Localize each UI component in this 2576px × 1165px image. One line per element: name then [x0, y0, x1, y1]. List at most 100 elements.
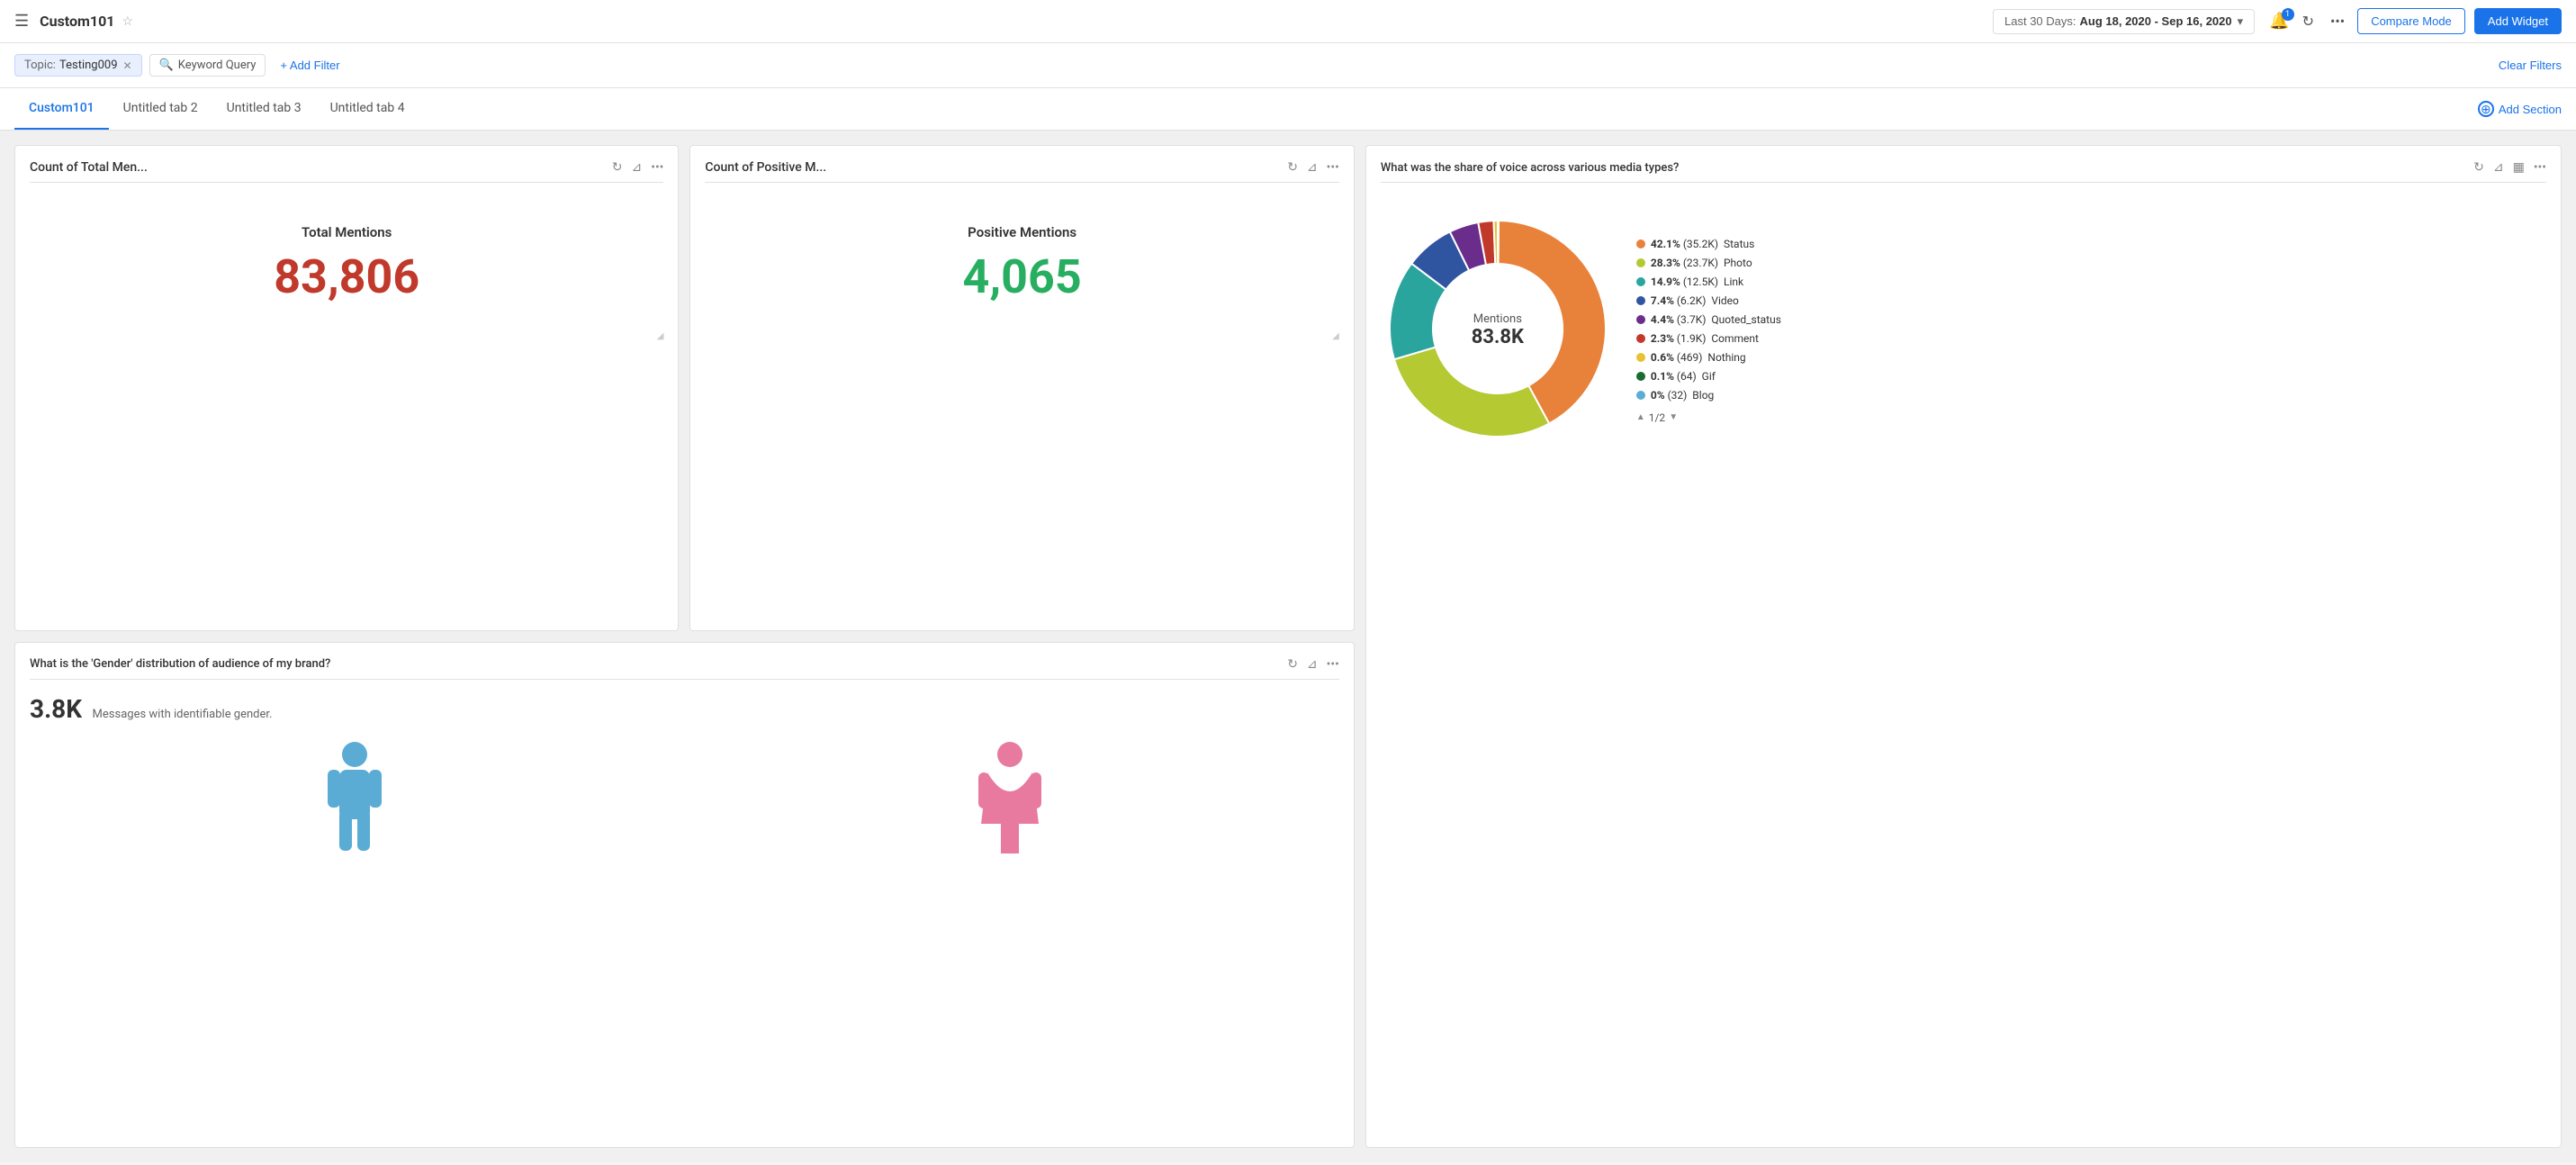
total-mentions-actions: ↻ ⊿ ••• [612, 160, 664, 175]
more-widget-icon[interactable]: ••• [1327, 160, 1339, 175]
filter-widget-icon[interactable]: ⊿ [632, 160, 643, 175]
legend-item: 4.4% (3.7K) Quoted_status [1636, 313, 1781, 326]
donut-content: Mentions 83.8K 42.1% (35.2K) Status 28.3… [1381, 197, 2546, 464]
date-range-label: Last 30 Days: [2004, 14, 2076, 28]
chart-type-icon[interactable]: ▦ [2513, 160, 2525, 175]
legend-item: 42.1% (35.2K) Status [1636, 238, 1781, 250]
add-filter-button[interactable]: + Add Filter [273, 55, 347, 76]
total-mentions-widget: Count of Total Men... ↻ ⊿ ••• Total Ment… [14, 145, 679, 631]
legend-dot [1636, 372, 1645, 381]
tab-untitled-4[interactable]: Untitled tab 4 [316, 88, 419, 130]
chevron-down-icon: ▾ [2238, 14, 2244, 29]
total-mentions-value: 83,806 [274, 249, 419, 304]
legend-item: 0.6% (469) Nothing [1636, 351, 1781, 364]
positive-mentions-content: Positive Mentions 4,065 [705, 197, 1338, 331]
legend-dot [1636, 391, 1645, 400]
resize-handle-icon[interactable]: ◢ [657, 331, 664, 341]
refresh-icon[interactable]: ↻ [2299, 9, 2318, 33]
legend-item: 28.3% (23.7K) Photo [1636, 257, 1781, 269]
top-actions: 🔔 1 ↻ ••• Compare Mode Add Widget [2269, 8, 2562, 34]
page-title: Custom101 [40, 13, 114, 30]
legend-dot [1636, 353, 1645, 362]
donut-center: Mentions 83.8K [1472, 312, 1524, 348]
gender-widget: What is the 'Gender' distribution of aud… [14, 642, 1355, 1149]
filter-widget-icon[interactable]: ⊿ [1307, 657, 1318, 672]
legend-next-icon[interactable]: ▼ [1669, 412, 1678, 422]
topic-filter-close-icon[interactable]: ✕ [123, 59, 132, 72]
share-of-voice-widget: What was the share of voice across vario… [1365, 145, 2562, 1148]
legend-item: 2.3% (1.9K) Comment [1636, 332, 1781, 345]
top-bar: ☰ Custom101 ☆ Last 30 Days: Aug 18, 2020… [0, 0, 2576, 43]
filter-widget-icon[interactable]: ⊿ [1307, 160, 1318, 175]
tab-untitled-3[interactable]: Untitled tab 3 [212, 88, 316, 130]
gender-figures [30, 724, 1339, 859]
topic-filter-tag[interactable]: Topic: Testing009 ✕ [14, 54, 142, 77]
refresh-widget-icon[interactable]: ↻ [2473, 160, 2484, 175]
legend-text: 0.6% (469) Nothing [1651, 351, 1746, 364]
donut-center-value: 83.8K [1472, 326, 1524, 348]
legend-text: 42.1% (35.2K) Status [1651, 238, 1754, 250]
legend-pagination: ▲ 1/2 ▼ [1636, 411, 1781, 424]
compare-mode-button[interactable]: Compare Mode [2357, 8, 2465, 34]
filter-widget-icon[interactable]: ⊿ [2493, 160, 2504, 175]
tab-untitled-2[interactable]: Untitled tab 2 [109, 88, 212, 130]
legend-dot [1636, 334, 1645, 343]
gender-title: What is the 'Gender' distribution of aud… [30, 657, 1287, 671]
more-widget-icon[interactable]: ••• [2534, 160, 2546, 175]
legend-dot [1636, 239, 1645, 248]
positive-mentions-value: 4,065 [963, 249, 1082, 304]
share-of-voice-actions: ↻ ⊿ ▦ ••• [2473, 160, 2546, 175]
topic-filter-value: Testing009 [59, 59, 118, 72]
filter-bar: Topic: Testing009 ✕ 🔍 Keyword Query + Ad… [0, 43, 2576, 88]
refresh-widget-icon[interactable]: ↻ [612, 160, 623, 175]
clear-filters-button[interactable]: Clear Filters [2499, 59, 2562, 72]
star-icon[interactable]: ☆ [122, 14, 133, 29]
refresh-widget-icon[interactable]: ↻ [1287, 657, 1298, 672]
legend-item: 0% (32) Blog [1636, 389, 1781, 402]
refresh-widget-icon[interactable]: ↻ [1287, 160, 1298, 175]
legend-text: 4.4% (3.7K) Quoted_status [1651, 313, 1781, 326]
gender-count: 3.8K [30, 694, 82, 724]
legend-prev-icon[interactable]: ▲ [1636, 412, 1645, 422]
donut-center-label: Mentions [1472, 312, 1524, 326]
gender-actions: ↻ ⊿ ••• [1287, 657, 1339, 672]
legend-dot [1636, 296, 1645, 305]
more-widget-icon[interactable]: ••• [651, 160, 663, 175]
more-options-icon[interactable]: ••• [2327, 9, 2348, 33]
legend-text: 28.3% (23.7K) Photo [1651, 257, 1752, 269]
legend-text: 7.4% (6.2K) Video [1651, 294, 1739, 307]
positive-mentions-actions: ↻ ⊿ ••• [1287, 160, 1339, 175]
notification-badge: 1 [2282, 8, 2294, 21]
date-range-button[interactable]: Last 30 Days: Aug 18, 2020 - Sep 16, 202… [1993, 9, 2255, 34]
keyword-filter[interactable]: 🔍 Keyword Query [149, 54, 266, 77]
legend-item: 7.4% (6.2K) Video [1636, 294, 1781, 307]
male-figure-icon [323, 738, 386, 855]
date-range-value: Aug 18, 2020 - Sep 16, 2020 [2080, 14, 2232, 28]
tab-bar: Custom101 Untitled tab 2 Untitled tab 3 … [0, 88, 2576, 131]
resize-handle-icon[interactable]: ◢ [1332, 331, 1339, 341]
legend-text: 14.9% (12.5K) Link [1651, 275, 1743, 288]
total-mentions-title: Count of Total Men... [30, 160, 612, 175]
tab-custom101[interactable]: Custom101 [14, 88, 109, 130]
male-figure [323, 738, 386, 859]
add-section-label: Add Section [2499, 103, 2562, 116]
donut-chart: Mentions 83.8K [1381, 212, 1615, 449]
legend: 42.1% (35.2K) Status 28.3% (23.7K) Photo… [1636, 238, 1781, 424]
positive-mentions-label: Positive Mentions [968, 224, 1076, 240]
menu-icon[interactable]: ☰ [14, 12, 29, 31]
search-icon: 🔍 [159, 59, 174, 72]
legend-dot [1636, 315, 1645, 324]
total-mentions-content: Total Mentions 83,806 [30, 197, 663, 331]
female-figure-icon [974, 738, 1046, 855]
legend-page: 1/2 [1649, 411, 1665, 424]
more-widget-icon[interactable]: ••• [1327, 657, 1339, 672]
legend-item: 14.9% (12.5K) Link [1636, 275, 1781, 288]
share-of-voice-title: What was the share of voice across vario… [1381, 161, 2473, 175]
add-section-button[interactable]: ⊕ Add Section [2478, 94, 2562, 124]
positive-mentions-widget: Count of Positive M... ↻ ⊿ ••• Positive … [689, 145, 1354, 631]
topic-filter-label: Topic: [24, 59, 56, 72]
add-widget-button[interactable]: Add Widget [2474, 8, 2562, 34]
dashboard: Count of Total Men... ↻ ⊿ ••• Total Ment… [0, 131, 2576, 1162]
notifications-button[interactable]: 🔔 1 [2269, 12, 2289, 31]
legend-text: 0% (32) Blog [1651, 389, 1714, 402]
